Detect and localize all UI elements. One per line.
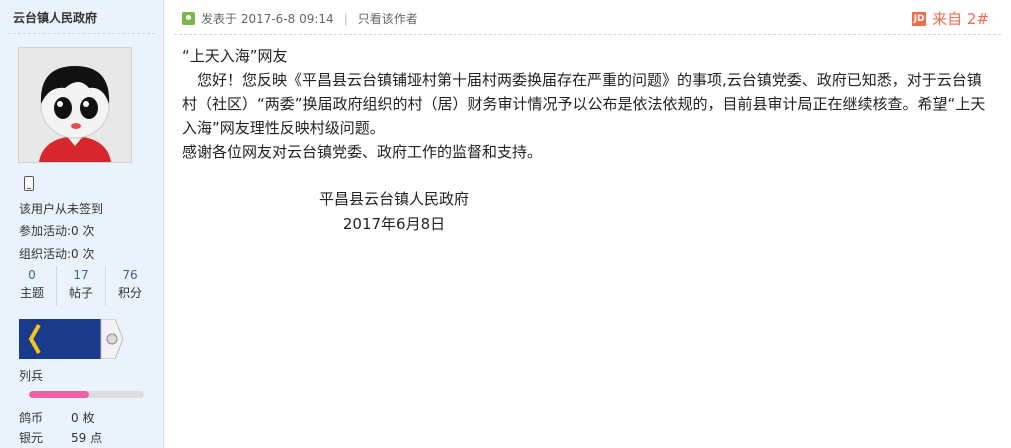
sign-status: 该用户从未签到 — [19, 202, 104, 216]
rank-progress-bar — [29, 391, 144, 398]
coins-value: 0 枚 — [71, 411, 95, 425]
post-paragraph: 您好！您反映《平昌县云台镇铺垭村第十届村两委换届存在严重的问题》的事项,云台镇党… — [182, 71, 986, 137]
forum-post: 云台镇人民政府 该用户从未签到 参加活动:0 次 组织活动:0 次 0 主题 1… — [0, 0, 1011, 448]
meta-divider: | — [343, 11, 348, 26]
post-main: 发表于 2017-6-8 09:14 | 只看该作者 JD 来自 2# “上天入… — [164, 0, 1011, 448]
count-label: 帖子 — [68, 286, 93, 300]
activities-join: 参加活动:0 次 — [19, 222, 95, 239]
user-sidebar: 云台镇人民政府 该用户从未签到 参加活动:0 次 组织活动:0 次 0 主题 1… — [0, 0, 164, 448]
post-thanks: 感谢各位网友对云台镇党委、政府工作的监督和支持。 — [182, 143, 543, 161]
user-counts: 0 主题 17 帖子 76 积分 — [8, 266, 154, 306]
activities-join-value: 0 次 — [71, 224, 95, 238]
activities-org: 组织活动:0 次 — [19, 245, 95, 262]
silver-label: 银元 — [19, 431, 44, 445]
signature-date: 2017年6月8日 — [342, 215, 446, 233]
coins-row: 鸽币 0 枚 — [19, 409, 94, 426]
rank-badge-icon — [19, 318, 124, 360]
count-threads[interactable]: 0 主题 — [8, 266, 56, 306]
coins-label: 鸽币 — [19, 411, 44, 425]
post-signature: 平昌县云台镇人民政府 2017年6月8日 — [319, 187, 469, 237]
floor-indicator[interactable]: JD 来自 2# — [912, 8, 989, 29]
post-body: “上天入海”网友 您好！您反映《平昌县云台镇铺垭村第十届村两委换届存在严重的问题… — [182, 44, 992, 164]
avatar[interactable] — [18, 47, 132, 163]
activities-join-label: 参加活动: — [19, 224, 72, 238]
count-label: 主题 — [19, 286, 44, 300]
count-points[interactable]: 76 积分 — [105, 266, 154, 306]
online-status-icon — [182, 12, 195, 25]
silver-value: 59 点 — [71, 431, 103, 445]
floor-icon: JD — [912, 11, 927, 26]
rank-progress-fill — [29, 391, 89, 398]
divider — [174, 34, 1001, 35]
count-value: 17 — [73, 268, 89, 282]
username-link[interactable]: 云台镇人民政府 — [13, 9, 97, 26]
activities-org-value: 0 次 — [71, 247, 95, 261]
count-value: 76 — [122, 268, 138, 282]
avatar-cartoon-icon — [19, 48, 131, 162]
activities-org-label: 组织活动: — [19, 247, 72, 261]
divider — [8, 33, 155, 34]
floor-label: 来自 2# — [932, 10, 989, 28]
signature-org: 平昌县云台镇人民政府 — [319, 190, 470, 208]
post-time: 发表于 2017-6-8 09:14 — [201, 12, 334, 26]
mobile-icon — [24, 176, 34, 191]
count-label: 积分 — [117, 286, 142, 300]
rank-title: 列兵 — [19, 369, 44, 383]
post-meta: 发表于 2017-6-8 09:14 | 只看该作者 — [182, 10, 418, 27]
author-only-link[interactable]: 只看该作者 — [358, 10, 418, 27]
silver-row: 银元 59 点 — [19, 429, 102, 446]
count-posts[interactable]: 17 帖子 — [56, 266, 105, 306]
count-value: 0 — [28, 268, 36, 282]
post-greeting: “上天入海”网友 — [182, 47, 288, 65]
